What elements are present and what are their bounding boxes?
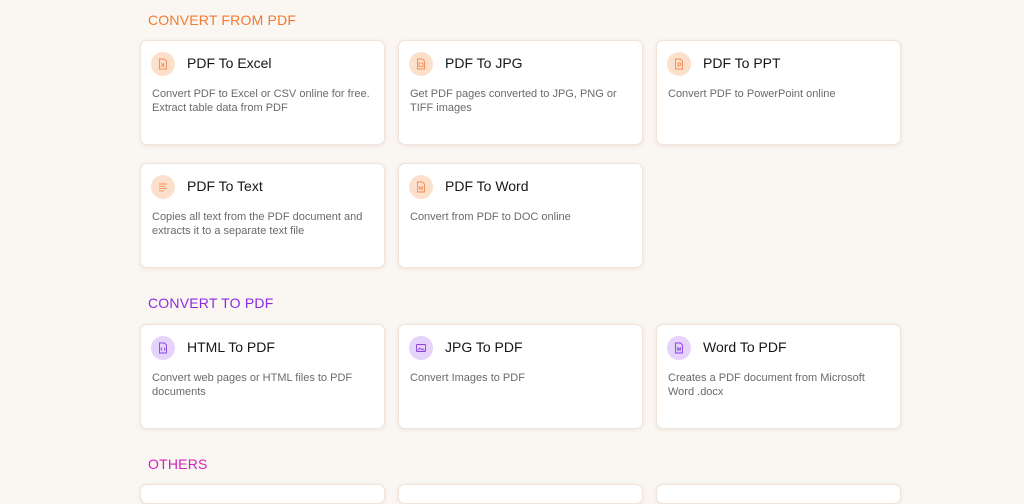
card-title: PDF To Word <box>445 178 529 194</box>
card-title: PDF To JPG <box>445 55 523 71</box>
tool-card-jpg-to-pdf[interactable]: JPG To PDF Convert Images to PDF <box>398 324 643 429</box>
card-description: Convert web pages or HTML files to PDF d… <box>152 372 353 398</box>
card-title: PDF To Text <box>187 178 263 194</box>
image-icon <box>409 336 433 360</box>
tool-card-pdf-to-excel[interactable]: PDF To Excel Convert PDF to Excel or CSV… <box>140 40 385 145</box>
card-description: Get PDF pages converted to JPG, PNG or T… <box>410 88 617 114</box>
image-file-icon <box>409 52 433 76</box>
tool-card-pdf-to-word[interactable]: PDF To Word Convert from PDF to DOC onli… <box>398 163 643 268</box>
card-title: PDF To Excel <box>187 55 272 71</box>
tool-card-pdf-to-ppt[interactable]: PDF To PPT Convert PDF to PowerPoint onl… <box>656 40 901 145</box>
tool-card-pdf-to-jpg[interactable]: PDF To JPG Get PDF pages converted to JP… <box>398 40 643 145</box>
card-description: Convert Images to PDF <box>410 372 525 384</box>
ppt-file-icon <box>667 52 691 76</box>
card-title: JPG To PDF <box>445 339 523 355</box>
card-description: Creates a PDF document from Microsoft Wo… <box>668 372 865 398</box>
card-title: HTML To PDF <box>187 339 275 355</box>
tool-card-partial[interactable] <box>656 484 901 504</box>
text-lines-icon <box>151 175 175 199</box>
excel-file-icon <box>151 52 175 76</box>
card-title: PDF To PPT <box>703 55 781 71</box>
tool-card-partial[interactable] <box>140 484 385 504</box>
word-file-icon <box>667 336 691 360</box>
section-title-others: OTHERS <box>148 456 208 472</box>
card-description: Copies all text from the PDF document an… <box>152 211 363 237</box>
tool-card-partial[interactable] <box>398 484 643 504</box>
tool-card-pdf-to-text[interactable]: PDF To Text Copies all text from the PDF… <box>140 163 385 268</box>
section-title-convert-to-pdf: CONVERT TO PDF <box>148 295 274 311</box>
word-file-icon <box>409 175 433 199</box>
card-description: Convert from PDF to DOC online <box>410 211 571 223</box>
tool-card-html-to-pdf[interactable]: HTML To PDF Convert web pages or HTML fi… <box>140 324 385 429</box>
section-title-convert-from-pdf: CONVERT FROM PDF <box>148 12 297 28</box>
card-description: Convert PDF to Excel or CSV online for f… <box>152 88 370 114</box>
card-title: Word To PDF <box>703 339 787 355</box>
tool-card-word-to-pdf[interactable]: Word To PDF Creates a PDF document from … <box>656 324 901 429</box>
html-file-icon <box>151 336 175 360</box>
card-description: Convert PDF to PowerPoint online <box>668 88 836 100</box>
